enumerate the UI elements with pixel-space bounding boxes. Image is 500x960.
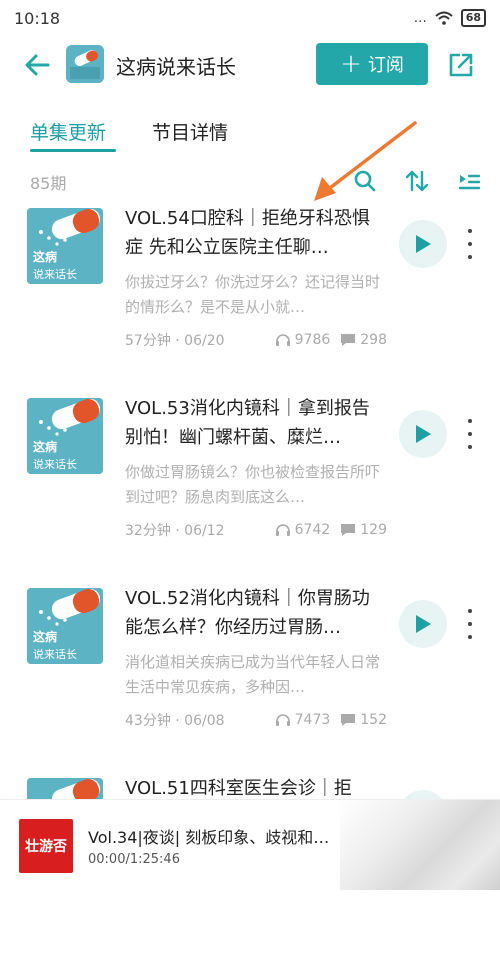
- play-button[interactable]: [399, 410, 447, 458]
- program-title: 这病说来话长: [116, 55, 236, 79]
- status-time: 10:18: [14, 8, 61, 28]
- episode-description: 消化道相关疾病已成为当代年轻人日常生活中常见疾病，多种因…: [125, 653, 381, 696]
- episode-item[interactable]: 这病 说来话长 VOL.52消化内镜科｜你胃肠功能怎么样？你经历过胃肠… 消化道…: [0, 580, 500, 770]
- playlist-icon[interactable]: [456, 168, 482, 194]
- episode-thumbnail: 这病 说来话长: [27, 398, 103, 474]
- play-count: 7473: [294, 712, 331, 728]
- thumbnail-text-line1: 这病: [33, 629, 57, 644]
- pill-icon: [66, 45, 104, 83]
- episode-item[interactable]: 这病 说来话长 VOL.54口腔科｜拒绝牙科恐惧症 先和公立医院主任聊… 你拔过…: [0, 200, 500, 390]
- episode-description: 你拔过牙么？你洗过牙么？还记得当时的情形么？是不是从小就…: [125, 273, 381, 316]
- subscribe-label: 订阅: [367, 55, 404, 76]
- comment-icon: [341, 714, 356, 726]
- play-icon: [416, 235, 431, 253]
- episode-title[interactable]: VOL.52消化内镜科｜你胃肠功能怎么样？你经历过胃肠…: [125, 584, 387, 642]
- thumbnail-text-line1: 这病: [33, 249, 57, 264]
- comment-count: 129: [360, 522, 387, 538]
- play-icon: [416, 425, 431, 443]
- episode-thumbnail: 这病 说来话长: [27, 588, 103, 664]
- play-count: 9786: [294, 332, 331, 348]
- episode-meta: 57分钟 · 06/20 9786 298: [125, 330, 387, 350]
- tab-details[interactable]: 节目详情: [152, 118, 228, 145]
- episode-item[interactable]: 这病 说来话长 VOL.53消化内镜科｜拿到报告别怕！幽门螺杆菌、糜烂… 你做过…: [0, 390, 500, 580]
- comment-count: 152: [360, 712, 387, 728]
- headphones-icon: [275, 714, 290, 726]
- episode-thumbnail: 这病 说来话长: [27, 208, 103, 284]
- plus-icon: +: [340, 49, 362, 79]
- comment-icon: [341, 334, 356, 346]
- mini-player[interactable]: 壮游否 Vol.34|夜谈| 刻板印象、歧视和… 00:00/1:25:46: [0, 799, 500, 890]
- list-toolbar: 85期: [0, 164, 500, 198]
- search-icon[interactable]: [352, 168, 378, 194]
- headphones-icon: [275, 334, 290, 346]
- thumbnail-text-line2: 说来话长: [33, 647, 77, 661]
- episode-duration-date: 57分钟 · 06/20: [125, 333, 225, 349]
- episode-count: 85期: [30, 174, 67, 193]
- back-arrow-icon[interactable]: [22, 50, 52, 80]
- battery-icon: 68: [460, 9, 486, 27]
- share-icon[interactable]: [446, 50, 476, 80]
- tab-episodes[interactable]: 单集更新: [30, 118, 106, 145]
- episode-duration-date: 43分钟 · 06/08: [125, 713, 225, 729]
- sort-icon[interactable]: [404, 168, 430, 194]
- player-title[interactable]: Vol.34|夜谈| 刻板印象、歧视和…: [88, 824, 348, 848]
- alarm-icon: …: [413, 10, 427, 26]
- episode-title[interactable]: VOL.54口腔科｜拒绝牙科恐惧症 先和公立医院主任聊…: [125, 204, 387, 262]
- status-bar: 10:18 … 68: [0, 0, 500, 36]
- thumbnail-text-line2: 说来话长: [33, 457, 77, 471]
- top-bar: 这病说来话长 + 订阅: [0, 36, 500, 92]
- player-artwork: [340, 800, 500, 890]
- episode-title[interactable]: VOL.53消化内镜科｜拿到报告别怕！幽门螺杆菌、糜烂…: [125, 394, 387, 452]
- play-button[interactable]: [399, 600, 447, 648]
- status-icons: … 68: [414, 9, 486, 27]
- player-cover[interactable]: 壮游否: [19, 819, 73, 873]
- comment-count: 298: [360, 332, 387, 348]
- thumbnail-text-line2: 说来话长: [33, 267, 77, 281]
- active-tab-indicator: [30, 149, 116, 152]
- play-button[interactable]: [399, 220, 447, 268]
- headphones-icon: [275, 524, 290, 536]
- player-time: 00:00/1:25:46: [88, 852, 180, 867]
- episode-description: 你做过胃肠镜么？你也被检查报告所吓到过吧？肠息肉到底这么…: [125, 463, 381, 506]
- episode-meta: 32分钟 · 06/12 6742 129: [125, 520, 387, 540]
- play-icon: [416, 615, 431, 633]
- comment-icon: [341, 524, 356, 536]
- more-options-icon[interactable]: [462, 414, 478, 454]
- wifi-icon: [435, 11, 453, 25]
- episode-duration-date: 32分钟 · 06/12: [125, 523, 225, 539]
- thumbnail-text-line1: 这病: [33, 439, 57, 454]
- more-options-icon[interactable]: [462, 604, 478, 644]
- tab-bar: 单集更新 节目详情: [0, 112, 500, 152]
- episode-meta: 43分钟 · 06/08 7473 152: [125, 710, 387, 730]
- more-options-icon[interactable]: [462, 224, 478, 264]
- program-logo: [66, 45, 104, 83]
- play-count: 6742: [294, 522, 331, 538]
- subscribe-button[interactable]: + 订阅: [316, 43, 428, 85]
